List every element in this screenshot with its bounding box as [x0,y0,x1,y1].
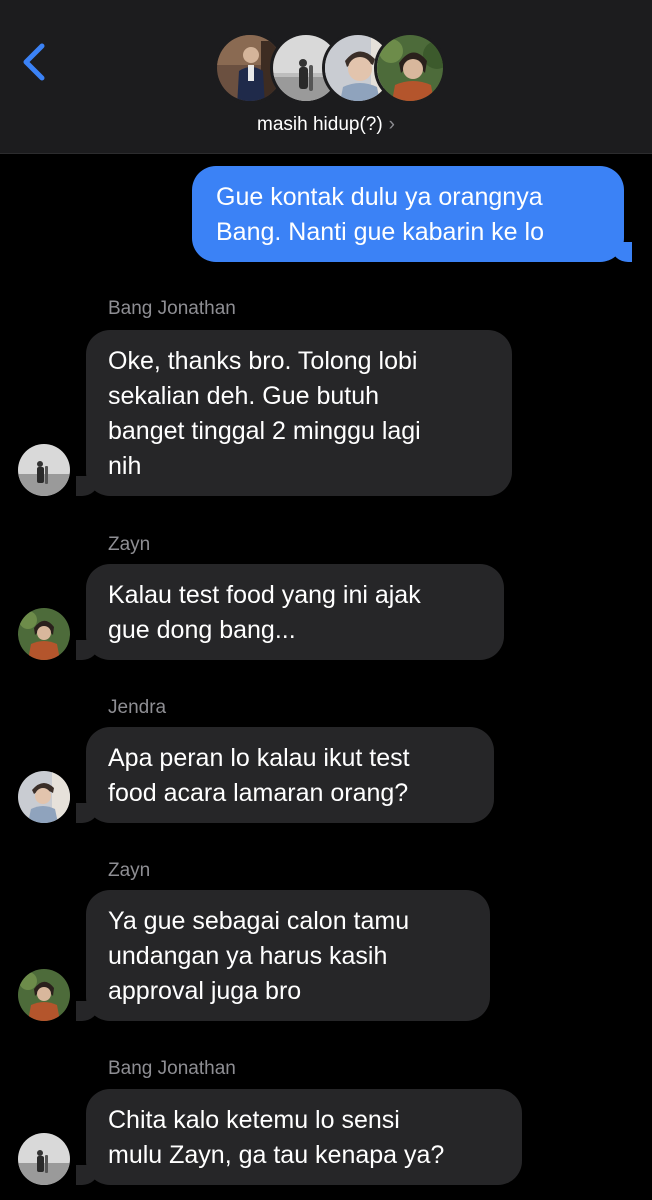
incoming-message[interactable]: Chita kalo ketemu lo sensi mulu Zayn, ga… [86,1089,522,1185]
message-line: food acara lamaran orang? [108,779,409,807]
incoming-message[interactable]: Ya gue sebagai calon tamu undangan ya ha… [86,890,490,1021]
sender-name: Bang Jonathan [108,1058,236,1079]
incoming-message[interactable]: Oke, thanks bro. Tolong lobi sekalian de… [86,330,512,496]
message-line: Ya gue sebagai calon tamu [108,907,410,935]
chevron-left-icon [23,43,45,81]
avatar[interactable] [18,771,70,823]
avatar [374,32,446,104]
sender-name: Bang Jonathan [108,298,236,319]
message-line: mulu Zayn, ga tau kenapa ya? [108,1141,445,1169]
incoming-message[interactable]: Kalau test food yang ini ajak gue dong b… [86,564,504,660]
group-name: masih hidup(?) [257,114,383,135]
sender-name: Jendra [108,697,167,718]
message-line: Bang. Nanti gue kabarin ke lo [216,218,544,246]
group-avatars[interactable] [214,32,446,104]
message-line: Kalau test food yang ini ajak [108,581,421,609]
message-line: gue dong bang... [108,616,296,644]
chat-header: masih hidup(?) › [0,0,652,154]
message-line: undangan ya harus kasih [108,942,388,970]
message-line: Gue kontak dulu ya orangnya [216,183,543,211]
bubble-tail [76,803,98,823]
message-line: approval juga bro [108,977,302,1005]
sender-name: Zayn [108,534,151,555]
bubble-tail [76,1165,98,1185]
message-line: nih [108,452,142,480]
avatar[interactable] [18,1133,70,1185]
message-line: Oke, thanks bro. Tolong lobi [108,347,418,375]
group-name-button[interactable]: masih hidup(?) › [0,114,652,136]
outgoing-message[interactable]: Gue kontak dulu ya orangnya Bang. Nanti … [192,166,624,262]
avatar[interactable] [18,969,70,1021]
message-line: Chita kalo ketemu lo sensi [108,1106,400,1134]
bubble-tail [612,242,632,262]
incoming-message[interactable]: Apa peran lo kalau ikut test food acara … [86,727,494,823]
bubble-tail [76,1001,98,1021]
bubble-tail [76,476,98,496]
message-line: banget tinggal 2 minggu lagi [108,417,421,445]
message-line: sekalian deh. Gue butuh [108,382,380,410]
avatar[interactable] [18,608,70,660]
bubble-tail [76,640,98,660]
sender-name: Zayn [108,860,151,881]
back-button[interactable] [18,40,52,84]
avatar[interactable] [18,444,70,496]
message-line: Apa peran lo kalau ikut test [108,744,410,772]
chevron-right-icon: › [388,114,395,135]
